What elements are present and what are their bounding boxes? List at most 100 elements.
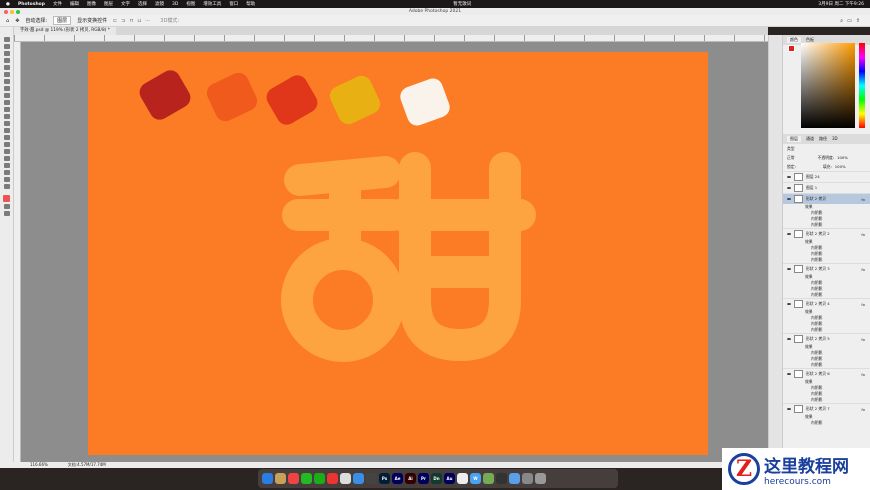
visibility-eye-icon[interactable] — [787, 198, 791, 200]
dock-app-icon[interactable] — [301, 473, 312, 484]
dock-app-icon[interactable] — [535, 473, 546, 484]
search-icon[interactable]: ⌕▭⇧ — [840, 18, 870, 24]
foreground-color-swatch[interactable] — [3, 195, 10, 202]
quick-mask-icon[interactable] — [3, 204, 10, 209]
move-tool-icon[interactable]: ✥ — [15, 18, 19, 24]
document-tab[interactable]: 字效-甜.psd @ 119% (形状 2 拷贝, RGB/8) * — [14, 27, 116, 35]
menu-item[interactable]: 帮助 — [246, 1, 255, 7]
menu-item[interactable]: 图像 — [87, 1, 96, 7]
dock-app-icon[interactable]: Ps — [379, 473, 390, 484]
layer-name[interactable]: 形状 2 拷贝 5 — [806, 336, 830, 342]
dock-app-icon[interactable]: Ae — [392, 473, 403, 484]
menu-item[interactable]: 滤镜 — [155, 1, 164, 7]
visibility-eye-icon[interactable] — [787, 338, 791, 340]
color-field[interactable] — [801, 43, 855, 128]
menu-item[interactable]: 3D — [172, 2, 178, 7]
layer-row[interactable]: 形状 2 拷贝 5 fx — [783, 333, 870, 344]
menu-item[interactable]: 文字 — [121, 1, 130, 7]
eyedropper-tool-icon[interactable] — [3, 79, 10, 84]
hue-slider[interactable] — [859, 43, 865, 128]
document-size[interactable]: 文档:4.57M/17.74M — [68, 462, 106, 468]
stamp-tool-icon[interactable] — [3, 100, 10, 105]
close-button[interactable] — [4, 10, 8, 14]
layer-filter-dropdown[interactable]: 类型 — [787, 146, 795, 152]
visibility-eye-icon[interactable] — [787, 187, 791, 189]
fx-icon[interactable]: fx — [861, 302, 870, 307]
foreground-color-swatch[interactable] — [788, 45, 795, 52]
dock-app-icon[interactable] — [366, 473, 377, 484]
path-select-icon[interactable] — [3, 156, 10, 161]
tab-color[interactable]: 颜色 — [787, 37, 801, 43]
visibility-eye-icon[interactable] — [787, 268, 791, 270]
healing-tool-icon[interactable] — [3, 86, 10, 91]
effect-item[interactable]: 内阴影 — [783, 420, 870, 426]
type-tool-icon[interactable] — [3, 149, 10, 154]
layer-row[interactable]: 形状 2 拷贝 3 fx — [783, 263, 870, 274]
visibility-eye-icon[interactable] — [787, 233, 791, 235]
dock-app-icon[interactable] — [288, 473, 299, 484]
menu-item[interactable]: 编辑 — [70, 1, 79, 7]
show-transform-checkbox[interactable]: 显示变换控件 — [77, 17, 107, 24]
blend-mode-dropdown[interactable]: 正常 — [787, 155, 795, 161]
dock-app-icon[interactable]: Pr — [418, 473, 429, 484]
layer-name[interactable]: 形状 2 拷贝 4 — [806, 301, 830, 307]
dock-app-icon[interactable] — [509, 473, 520, 484]
clock[interactable]: 3月9日 周二 下午9:26 — [818, 1, 864, 7]
layer-name[interactable]: 形状 2 拷贝 6 — [806, 371, 830, 377]
crop-tool-icon[interactable] — [3, 65, 10, 70]
dock-app-icon[interactable] — [496, 473, 507, 484]
menu-app[interactable]: Photoshop — [18, 2, 45, 7]
dock-app-icon[interactable] — [353, 473, 364, 484]
fx-icon[interactable]: fx — [861, 197, 870, 202]
opacity-input[interactable]: 100% — [837, 155, 848, 160]
dock-app-icon[interactable]: Ai — [405, 473, 416, 484]
brush-tool-icon[interactable] — [3, 93, 10, 98]
pen-tool-icon[interactable] — [3, 142, 10, 147]
layer-name[interactable]: 图层 24 — [806, 174, 820, 180]
fx-icon[interactable]: fx — [861, 407, 870, 412]
frame-tool-icon[interactable] — [3, 72, 10, 77]
move-tool-icon[interactable] — [3, 37, 10, 42]
auto-select-dropdown[interactable]: 图层 — [53, 16, 72, 25]
fill-input[interactable]: 100% — [835, 164, 846, 169]
align-icons[interactable]: ⊏⊐⊓⊔⋯ — [113, 18, 154, 24]
layer-name[interactable]: 形状 2 拷贝 — [806, 196, 826, 202]
zoom-tool-icon[interactable] — [3, 177, 10, 182]
menu-item[interactable]: 文件 — [53, 1, 62, 7]
screen-mode-icon[interactable] — [3, 211, 10, 216]
layer-name[interactable]: 形状 2 拷贝 2 — [806, 231, 830, 237]
dock-app-icon[interactable]: Au — [444, 473, 455, 484]
fx-icon[interactable]: fx — [861, 232, 870, 237]
zoom-button[interactable] — [16, 10, 20, 14]
apple-icon[interactable]: ● — [6, 2, 10, 7]
fx-icon[interactable]: fx — [861, 372, 870, 377]
dock-app-icon[interactable] — [340, 473, 351, 484]
document-canvas[interactable] — [88, 52, 708, 455]
history-brush-icon[interactable] — [3, 107, 10, 112]
minimize-button[interactable] — [10, 10, 14, 14]
tab-channels[interactable]: 通道 — [806, 136, 814, 142]
dock-app-icon[interactable] — [483, 473, 494, 484]
dock-app-icon[interactable]: Dn — [431, 473, 442, 484]
layer-row[interactable]: 形状 2 拷贝 fx — [783, 193, 870, 204]
dock-app-icon[interactable] — [522, 473, 533, 484]
layer-row[interactable]: 形状 2 拷贝 2 fx — [783, 228, 870, 239]
layer-row[interactable]: 图层 24 — [783, 171, 870, 182]
shape-tool-icon[interactable] — [3, 163, 10, 168]
hand-tool-icon[interactable] — [3, 170, 10, 175]
tab-layers[interactable]: 图层 — [787, 136, 801, 142]
quick-select-tool-icon[interactable] — [3, 58, 10, 63]
tab-paths[interactable]: 路径 — [819, 136, 827, 142]
layer-row[interactable]: 形状 2 拷贝 7 fx — [783, 403, 870, 414]
lasso-tool-icon[interactable] — [3, 51, 10, 56]
home-icon[interactable]: ⌂ — [6, 18, 9, 24]
layer-row[interactable]: 形状 2 拷贝 4 fx — [783, 298, 870, 309]
visibility-eye-icon[interactable] — [787, 303, 791, 305]
gradient-tool-icon[interactable] — [3, 121, 10, 126]
zoom-level[interactable]: 116.66% — [30, 462, 48, 468]
menu-item[interactable]: 增效工具 — [203, 1, 221, 7]
fx-icon[interactable]: fx — [861, 267, 870, 272]
layer-name[interactable]: 形状 2 拷贝 3 — [806, 266, 830, 272]
dock-app-icon[interactable] — [457, 473, 468, 484]
menu-item[interactable]: 视图 — [186, 1, 195, 7]
